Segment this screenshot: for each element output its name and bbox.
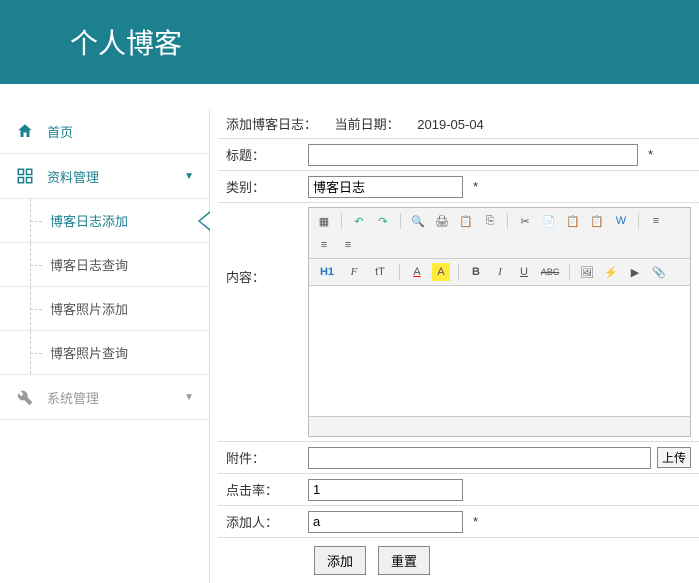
bold-icon[interactable]: B (467, 263, 485, 281)
reset-button[interactable]: 重置 (378, 546, 430, 575)
attachment-input[interactable] (308, 447, 651, 469)
sidebar-item-blog-query[interactable]: 博客日志查询 (0, 243, 209, 287)
align-center-icon[interactable]: ≡ (315, 236, 333, 254)
sidebar-item-photo-add[interactable]: 博客照片添加 (0, 287, 209, 331)
breadcrumb-date-value: 2019-05-04 (417, 117, 484, 132)
paste-text-icon[interactable]: 📋 (588, 212, 606, 230)
row-category: 类别： * (218, 171, 699, 203)
sidebar: 首页 资料管理 ▼ 博客日志添加 博客日志查询 博客照片添加 博客照片查询 (0, 109, 210, 583)
cut-icon[interactable]: ✂ (516, 212, 534, 230)
row-title: 标题： * (218, 139, 699, 171)
attachment-icon[interactable]: 📎 (650, 263, 668, 281)
wrench-icon (15, 387, 35, 407)
sidebar-item-label: 博客照片添加 (50, 302, 128, 317)
clicks-label: 点击率： (226, 480, 308, 499)
copy-icon[interactable]: 📄 (540, 212, 558, 230)
clicks-input[interactable] (308, 479, 463, 501)
upload-button[interactable]: 上传 (657, 447, 691, 468)
heading-icon[interactable]: H1 (315, 263, 339, 281)
media-icon[interactable]: ▶ (626, 263, 644, 281)
paste-word-icon[interactable]: W (612, 212, 630, 230)
breadcrumb-date-label: 当前日期： (335, 117, 400, 132)
nav-data-label: 资料管理 (47, 167, 184, 186)
nav-home-label: 首页 (47, 122, 194, 141)
sidebar-item-label: 博客照片查询 (50, 346, 128, 361)
highlight-icon[interactable]: A (432, 263, 450, 281)
required-asterisk: * (473, 514, 478, 529)
author-input[interactable] (308, 511, 463, 533)
underline-icon[interactable]: U (515, 263, 533, 281)
align-right-icon[interactable]: ≡ (339, 236, 357, 254)
attachment-label: 附件： (226, 448, 308, 467)
row-content: 内容： ▦ ↶ ↷ 🔍 🖨 📋 ⎘ ✂ 📄 📋 📋 (218, 203, 699, 442)
image-icon[interactable]: 🖼 (578, 263, 596, 281)
active-indicator-icon (198, 211, 210, 231)
nav-system-management[interactable]: 系统管理 ▼ (0, 375, 209, 420)
text-color-icon[interactable]: A (408, 263, 426, 281)
title-label: 标题： (226, 145, 308, 164)
italic-icon[interactable]: I (491, 263, 509, 281)
source-icon[interactable]: ▦ (315, 212, 333, 230)
undo-icon[interactable]: ↶ (350, 212, 368, 230)
nav-home[interactable]: 首页 (0, 109, 209, 154)
breadcrumb: 添加博客日志： 当前日期： 2019-05-04 (218, 109, 699, 139)
sidebar-item-blog-add[interactable]: 博客日志添加 (0, 199, 209, 243)
submit-button[interactable]: 添加 (314, 546, 366, 575)
flash-icon[interactable]: ⚡ (602, 263, 620, 281)
sidebar-subitems: 博客日志添加 博客日志查询 博客照片添加 博客照片查询 (0, 199, 209, 375)
author-label: 添加人： (226, 512, 308, 531)
content-label: 内容： (226, 207, 308, 437)
sidebar-item-label: 博客日志查询 (50, 258, 128, 273)
home-icon (15, 121, 35, 141)
main-content: 添加博客日志： 当前日期： 2019-05-04 标题： * 类别： * 内容：… (210, 109, 699, 583)
required-asterisk: * (473, 179, 478, 194)
app-title: 个人博客 (70, 28, 182, 59)
editor-toolbar-2: H1 F tT A A B I U ABC 🖼 ⚡ ▶ 📎 (309, 259, 690, 286)
breadcrumb-add: 添加博客日志： (226, 117, 317, 132)
preview-icon[interactable]: 🔍 (409, 212, 427, 230)
category-label: 类别： (226, 177, 308, 196)
row-author: 添加人： * (218, 506, 699, 538)
editor-toolbar-1: ▦ ↶ ↷ 🔍 🖨 📋 ⎘ ✂ 📄 📋 📋 W ≡ (309, 208, 690, 259)
rich-editor: ▦ ↶ ↷ 🔍 🖨 📋 ⎘ ✂ 📄 📋 📋 W ≡ (308, 207, 691, 437)
template-icon[interactable]: 📋 (457, 212, 475, 230)
grid-icon (15, 166, 35, 186)
paste-icon[interactable]: 📋 (564, 212, 582, 230)
font-family-icon[interactable]: F (345, 263, 363, 281)
sidebar-item-photo-query[interactable]: 博客照片查询 (0, 331, 209, 375)
chevron-down-icon: ▼ (184, 392, 194, 403)
title-input[interactable] (308, 144, 638, 166)
align-left-icon[interactable]: ≡ (647, 212, 665, 230)
row-attachment: 附件： 上传 (218, 442, 699, 474)
redo-icon[interactable]: ↷ (374, 212, 392, 230)
strike-icon[interactable]: ABC (539, 263, 561, 281)
required-asterisk: * (648, 147, 653, 162)
print-icon[interactable]: 🖨 (433, 212, 451, 230)
nav-data-management[interactable]: 资料管理 ▼ (0, 154, 209, 199)
editor-textarea[interactable] (309, 286, 690, 416)
code-icon[interactable]: ⎘ (481, 212, 499, 230)
chevron-down-icon: ▼ (184, 171, 194, 182)
editor-statusbar (309, 416, 690, 436)
nav-system-label: 系统管理 (47, 388, 184, 407)
font-size-icon[interactable]: tT (369, 263, 391, 281)
app-header: 个人博客 (0, 0, 699, 84)
row-clicks: 点击率： (218, 474, 699, 506)
category-input[interactable] (308, 176, 463, 198)
sidebar-item-label: 博客日志添加 (50, 214, 128, 229)
button-row: 添加 重置 (218, 538, 699, 583)
